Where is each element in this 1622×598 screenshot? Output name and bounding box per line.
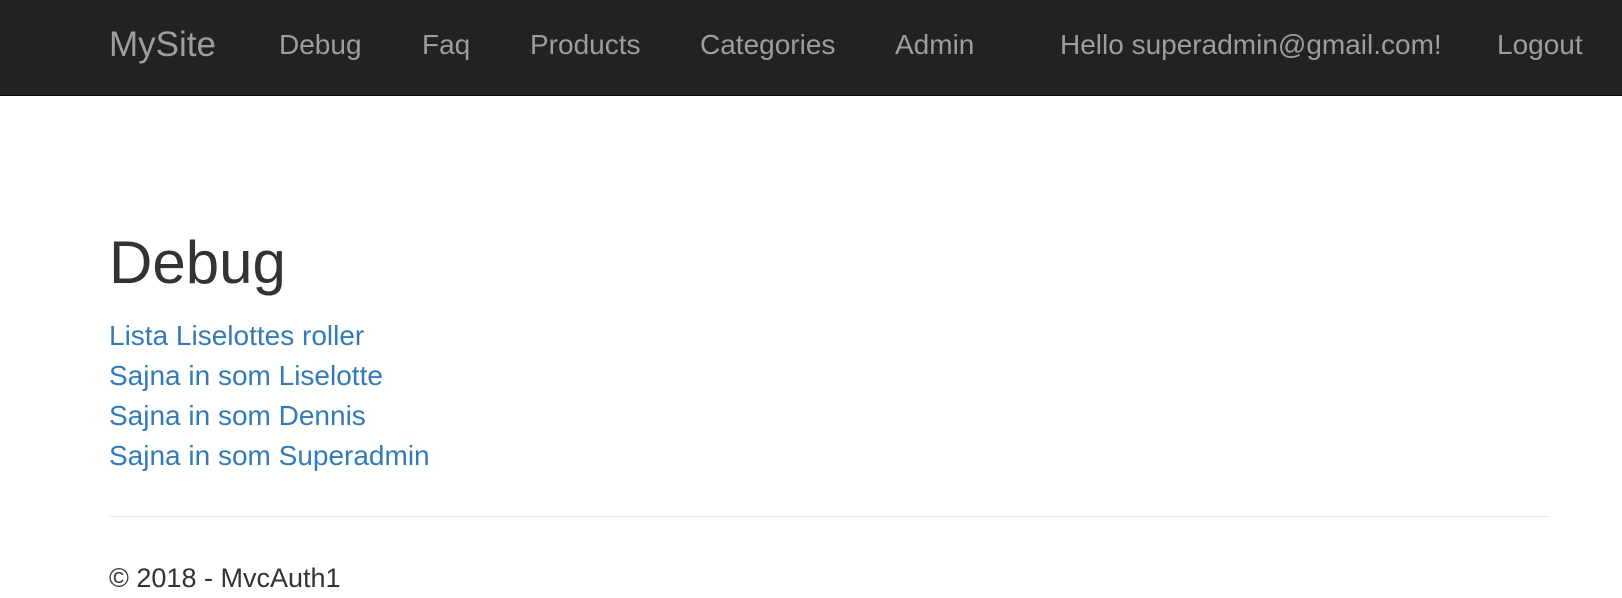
login-as-liselotte-link[interactable]: Sajna in som Liselotte (109, 360, 383, 391)
brand-link[interactable]: MySite (109, 0, 216, 96)
debug-link-list: Lista Liselottes roller Sajna in som Lis… (109, 316, 430, 476)
nav-item-admin[interactable]: Admin (895, 0, 974, 96)
navbar: MySite Debug Faq Products Categories Adm… (0, 0, 1622, 96)
page-title: Debug (109, 229, 286, 296)
list-roles-link[interactable]: Lista Liselottes roller (109, 320, 364, 351)
nav-item-debug[interactable]: Debug (279, 0, 362, 96)
list-item: Sajna in som Liselotte (109, 356, 430, 396)
logout-link[interactable]: Logout (1497, 0, 1583, 96)
footer-divider (109, 516, 1549, 517)
login-as-superadmin-link[interactable]: Sajna in som Superadmin (109, 440, 430, 471)
user-greeting-link[interactable]: Hello superadmin@gmail.com! (1060, 0, 1442, 96)
list-item: Lista Liselottes roller (109, 316, 430, 356)
nav-item-categories[interactable]: Categories (700, 0, 835, 96)
login-as-dennis-link[interactable]: Sajna in som Dennis (109, 400, 366, 431)
nav-item-products[interactable]: Products (530, 0, 641, 96)
nav-item-faq[interactable]: Faq (422, 0, 470, 96)
footer-copyright: © 2018 - MvcAuth1 (109, 563, 341, 593)
list-item: Sajna in som Superadmin (109, 436, 430, 476)
list-item: Sajna in som Dennis (109, 396, 430, 436)
